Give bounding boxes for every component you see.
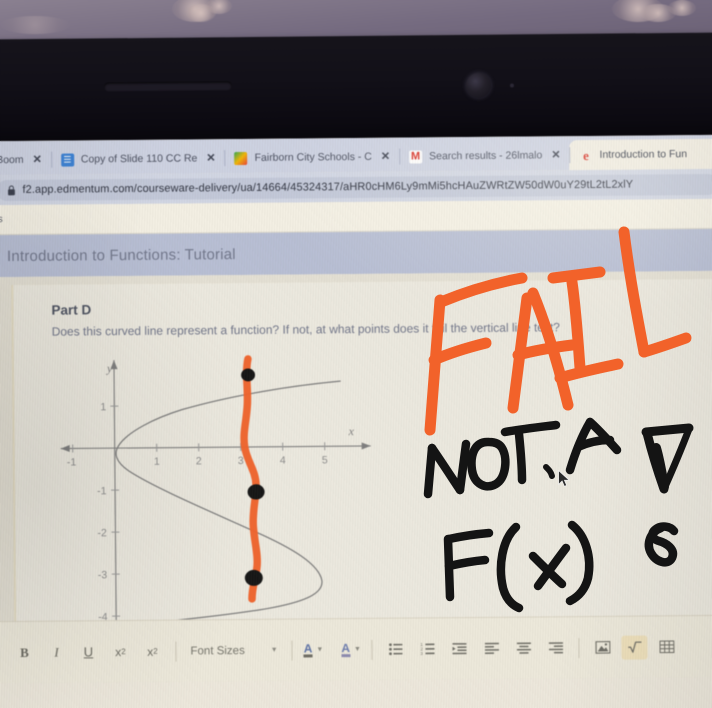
page-title: Introduction to Functions: Tutorial <box>6 245 236 265</box>
tab-close-icon[interactable]: ✕ <box>381 150 390 162</box>
browser-tab-search-results[interactable]: M Search results - 26lmalo ✕ <box>399 140 570 171</box>
chevron-down-icon: ▼ <box>316 646 324 654</box>
insert-formula-button[interactable] <box>621 634 649 660</box>
align-left-button[interactable] <box>479 636 505 660</box>
insert-image-button[interactable] <box>590 635 616 659</box>
google-docs-icon: ☰ <box>60 152 74 167</box>
browser-window: Boom ✕ ☰ Copy of Slide 110 CC Re ✕ Fairb… <box>0 134 712 708</box>
tab-close-icon[interactable]: ✕ <box>33 153 42 165</box>
lesson-header: Introduction to Functions: Tutorial <box>0 228 712 278</box>
text-color-button[interactable]: A ▼ <box>300 641 328 658</box>
graph-svg: -1 1 2 3 4 5 1 -1 -2 -3 -4 y x <box>60 355 371 637</box>
indent-button[interactable] <box>447 637 473 661</box>
align-center-icon <box>516 642 531 654</box>
font-sizes-dropdown[interactable]: Font Sizes ▼ <box>183 638 284 663</box>
xtick-1: 1 <box>154 456 160 468</box>
rich-text-toolbar: B I U x2 x2 Font Sizes ▼ A ▼ A ▼ 1 2 3 <box>0 614 712 684</box>
align-center-button[interactable] <box>511 636 537 660</box>
indent-icon <box>452 643 467 655</box>
ytick--1: -1 <box>97 485 107 497</box>
table-icon <box>659 640 675 654</box>
question-text: Does this curved line represent a functi… <box>51 320 561 339</box>
text-style-group: B I U x2 x2 <box>8 636 168 667</box>
chevron-down-icon: ▼ <box>353 645 361 654</box>
xtick--1: -1 <box>67 456 77 468</box>
x-axis-arrow-icon <box>361 442 371 450</box>
lock-icon <box>8 185 15 195</box>
intersection-dot-2 <box>247 484 265 500</box>
align-left-icon <box>484 642 499 655</box>
graph-axes <box>60 360 371 637</box>
insert-table-button[interactable] <box>654 635 680 659</box>
laptop-screen-photo: Boom ✕ ☰ Copy of Slide 110 CC Re ✕ Fairb… <box>0 0 712 708</box>
x-axis-arrow-left-icon <box>60 445 70 453</box>
xtick-2: 2 <box>196 455 202 467</box>
numbered-list-button[interactable]: 123 <box>415 637 441 661</box>
italic-button[interactable]: I <box>43 640 69 664</box>
vertical-line-test-mark <box>240 355 261 603</box>
superscript-button[interactable]: x2 <box>107 639 133 663</box>
tab-close-icon[interactable]: ✕ <box>206 152 215 164</box>
ytick-1: 1 <box>100 401 106 413</box>
svg-text:3: 3 <box>420 651 423 655</box>
browser-tab-copy-of-slide[interactable]: ☰ Copy of Slide 110 CC Re ✕ <box>51 143 225 175</box>
graph-ticks <box>72 405 326 617</box>
bullet-list-icon <box>389 643 403 656</box>
tab-title: Introduction to Fun <box>599 148 688 161</box>
browser-tab-fairborn-city-schools[interactable]: Fairborn City Schools - C ✕ <box>224 142 399 174</box>
x-axis-label: x <box>347 424 354 438</box>
intersection-dot-3 <box>244 569 263 586</box>
bookmark-item[interactable]: ks <box>0 214 3 225</box>
underline-button[interactable]: U <box>75 640 101 664</box>
highlight-color-label: A <box>341 641 351 658</box>
webcam-led-icon <box>509 83 514 88</box>
subscript-exp: 2 <box>153 646 158 656</box>
edmentum-icon: e <box>583 147 589 163</box>
google-sheets-icon <box>234 151 248 165</box>
toolbar-divider <box>291 640 293 661</box>
tab-title: Fairborn City Schools - C <box>254 150 372 164</box>
tab-title: Copy of Slide 110 CC Re <box>80 152 198 166</box>
laptop-bezel <box>0 32 712 148</box>
ytick--3: -3 <box>98 569 108 581</box>
toolbar-divider <box>371 639 374 660</box>
graph-tick-labels: -1 1 2 3 4 5 1 -1 -2 -3 -4 <box>67 401 328 623</box>
lesson-body: Part D Does this curved line represent a… <box>0 270 712 684</box>
intersection-dot-1 <box>241 368 256 382</box>
numbered-list-icon: 123 <box>420 642 435 655</box>
tab-close-icon[interactable]: ✕ <box>551 149 560 161</box>
address-bar-url: f2.app.edmentum.com/courseware-delivery/… <box>22 178 634 196</box>
ytick--2: -2 <box>97 527 107 539</box>
bullet-list-button[interactable] <box>383 637 409 661</box>
superscript-exp: 2 <box>121 647 126 657</box>
tab-title: Search results - 26lmalo <box>429 149 543 163</box>
browser-tab-boom[interactable]: Boom ✕ <box>0 145 51 176</box>
address-bar[interactable]: f2.app.edmentum.com/courseware-delivery/… <box>0 173 712 201</box>
xtick-5: 5 <box>322 454 328 466</box>
xtick-4: 4 <box>280 455 286 467</box>
xtick-3: 3 <box>238 455 244 467</box>
gmail-icon: M <box>409 149 423 164</box>
highlight-color-button[interactable]: A ▼ <box>337 641 365 658</box>
toolbar-divider <box>578 637 581 658</box>
speaker-grille-icon <box>103 81 232 92</box>
webcam-icon <box>465 72 492 98</box>
align-right-button[interactable] <box>543 636 569 660</box>
image-icon <box>595 641 611 654</box>
subscript-button[interactable]: x2 <box>139 639 165 663</box>
curve-path <box>69 380 341 631</box>
y-axis-label: y <box>106 361 113 375</box>
function-graph: -1 1 2 3 4 5 1 -1 -2 -3 -4 y x <box>52 350 385 643</box>
font-sizes-label: Font Sizes <box>190 644 245 657</box>
chevron-down-icon: ▼ <box>270 646 278 654</box>
toolbar-divider <box>175 641 177 662</box>
square-root-icon <box>628 641 642 653</box>
bold-button[interactable]: B <box>11 640 37 664</box>
tab-title: Boom <box>0 153 24 167</box>
text-color-label: A <box>303 641 313 658</box>
part-label: Part D <box>51 302 92 318</box>
align-right-icon <box>548 642 563 654</box>
browser-tab-introduction-to-functions[interactable]: e Introduction to Fun <box>569 138 712 171</box>
browser-tab-strip: Boom ✕ ☰ Copy of Slide 110 CC Re ✕ Fairb… <box>0 134 712 176</box>
